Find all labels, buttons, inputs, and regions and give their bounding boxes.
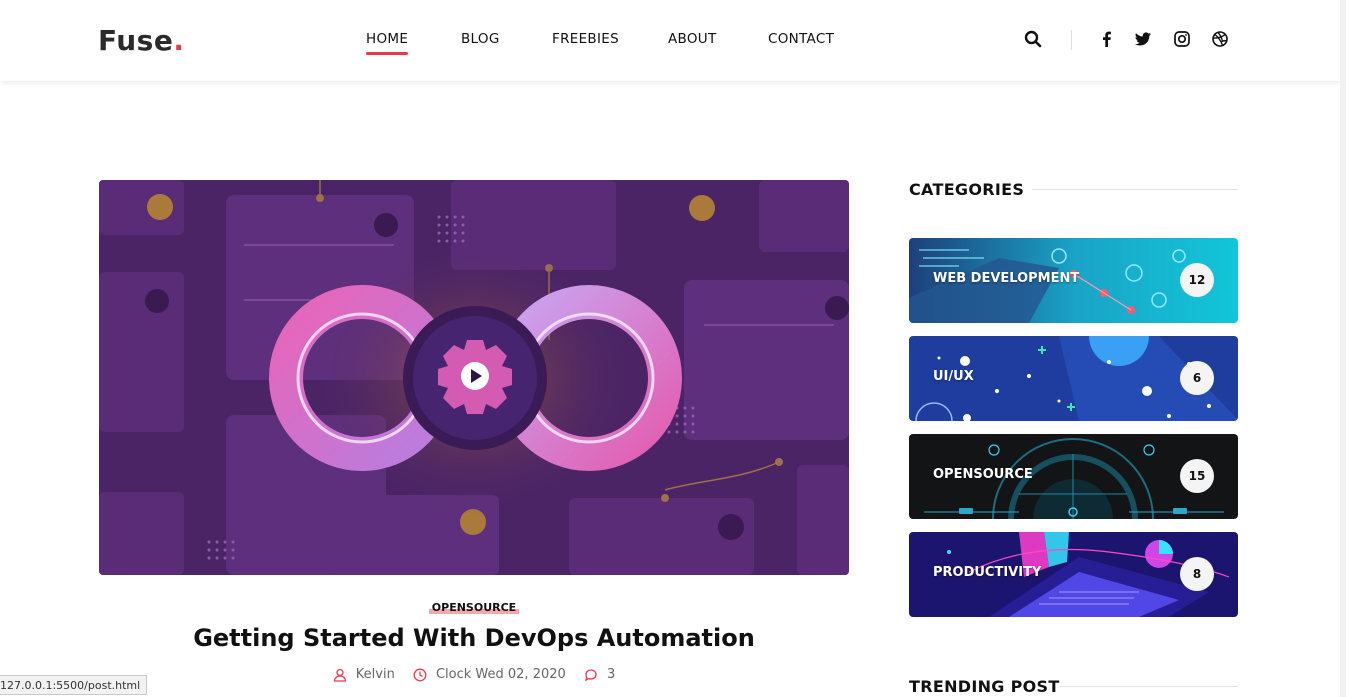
post-author-name: Kelvin: [355, 667, 395, 682]
site-header: Fuse. HOME BLOG FREEBIES ABOUT CONTACT: [0, 0, 1340, 81]
instagram-icon[interactable]: [1172, 29, 1192, 49]
category-label: UI/UX: [933, 369, 974, 384]
category-card-productivity[interactable]: PRODUCTIVITY 8: [909, 532, 1238, 617]
twitter-icon[interactable]: [1133, 29, 1153, 49]
nav-home[interactable]: HOME: [366, 31, 409, 55]
featured-image[interactable]: [99, 180, 849, 575]
category-label: WEB DEVELOPMENT: [933, 271, 1080, 286]
header-divider: [1071, 30, 1072, 50]
browser-status-url: 127.0.0.1:5500/post.html: [0, 675, 148, 695]
post-category[interactable]: OPENSOURCE: [0, 598, 948, 616]
category-label: OPENSOURCE: [933, 467, 1033, 482]
page-scrollbar[interactable]: [1340, 0, 1346, 697]
trending-divider: [1060, 686, 1238, 687]
comment-icon: [584, 668, 597, 681]
category-count: 8: [1180, 557, 1214, 591]
nav-blog[interactable]: BLOG: [461, 31, 500, 47]
user-icon: [333, 668, 346, 682]
category-count: 15: [1180, 459, 1214, 493]
category-card-web-development[interactable]: WEB DEVELOPMENT 12: [909, 238, 1238, 323]
post-comments[interactable]: 3: [584, 667, 615, 682]
devops-illustration: [99, 180, 849, 575]
categories-divider: [1032, 189, 1238, 190]
category-card-ui-ux[interactable]: UI/UX 6: [909, 336, 1238, 421]
post-comment-count: 3: [606, 667, 616, 682]
nav-about[interactable]: ABOUT: [668, 31, 717, 47]
dribbble-icon[interactable]: [1210, 29, 1230, 49]
search-icon[interactable]: [1023, 29, 1043, 49]
post-title[interactable]: Getting Started With DevOps Automation: [0, 624, 948, 652]
categories-heading: CATEGORIES: [909, 180, 1025, 199]
post-date: Clock Wed 02, 2020: [413, 667, 566, 682]
clock-icon: [413, 668, 427, 681]
category-card-opensource[interactable]: OPENSOURCE 15: [909, 434, 1238, 519]
trending-heading: TRENDING POST: [909, 677, 1060, 696]
post-author[interactable]: Kelvin: [333, 667, 395, 682]
site-logo[interactable]: Fuse.: [98, 24, 184, 57]
category-count: 12: [1180, 263, 1214, 297]
nav-contact[interactable]: CONTACT: [768, 31, 834, 47]
nav-freebies[interactable]: FREEBIES: [552, 31, 619, 47]
facebook-icon[interactable]: [1097, 29, 1117, 49]
category-count: 6: [1180, 361, 1214, 395]
category-label: PRODUCTIVITY: [933, 565, 1042, 580]
post-date-text: Clock Wed 02, 2020: [435, 667, 566, 682]
